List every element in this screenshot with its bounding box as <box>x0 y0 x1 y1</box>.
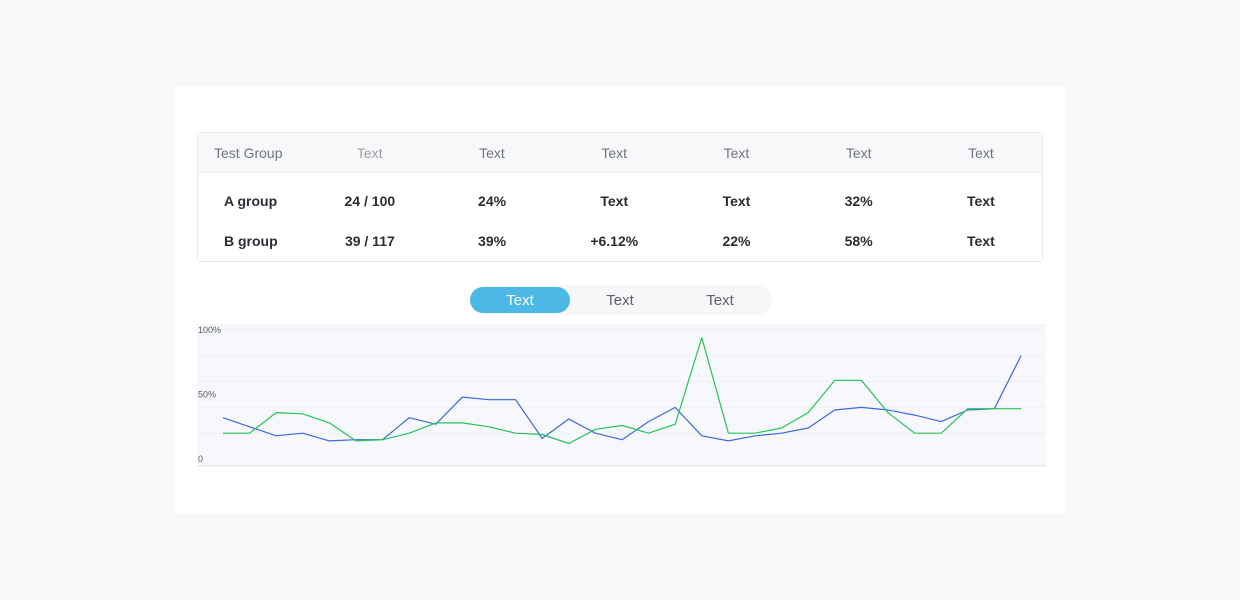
table-cell: Text <box>966 193 995 209</box>
table-row: A group 24 / 100 24% Text Text 32% Text <box>198 181 1042 221</box>
segment-option-2[interactable]: Text <box>570 287 670 313</box>
table-cell: 24 / 100 <box>344 193 396 209</box>
header-col-3: Text <box>601 144 628 161</box>
table-cell: Text <box>966 233 995 249</box>
table-header: Test Group Text Text Text Text Text Text <box>198 133 1042 173</box>
y-tick-label: 0 <box>198 454 203 464</box>
table-cell: 39 / 117 <box>344 233 395 249</box>
stats-table: Test Group Text Text Text Text Text Text… <box>197 132 1043 262</box>
panel-card: Test Group Text Text Text Text Text Text… <box>175 86 1065 514</box>
table-cell: +6.12% <box>590 233 639 249</box>
header-col-5: Text <box>845 144 872 161</box>
y-tick-label: 50% <box>198 390 216 400</box>
table-cell: Text <box>600 193 629 209</box>
line-chart: 100% 50% 0 <box>197 324 1047 469</box>
table-cell: Text <box>722 193 751 209</box>
segmented-control: Text Text Text <box>470 285 772 315</box>
table-row: B group 39 / 117 39% +6.12% 22% 58% Text <box>198 221 1042 261</box>
segment-option-3[interactable]: Text <box>670 287 770 313</box>
header-col-4: Text <box>723 144 750 161</box>
table-cell: 58% <box>844 233 873 249</box>
header-test-group: Test Group <box>214 144 283 161</box>
segment-option-1[interactable]: Text <box>470 287 570 313</box>
table-cell: 39% <box>478 233 507 249</box>
line-chart-svg: 100% 50% 0 <box>197 324 1046 467</box>
header-col-2: Text <box>479 144 505 161</box>
table-cell: 24% <box>478 193 507 209</box>
header-col-1: Text <box>356 144 383 161</box>
row-label: A group <box>224 193 278 209</box>
table-cell: 32% <box>844 193 873 209</box>
table-cell: 22% <box>722 233 751 249</box>
y-tick-label: 100% <box>198 325 221 335</box>
row-label: B group <box>224 233 278 249</box>
plot-area <box>197 324 1046 466</box>
header-col-6: Text <box>968 144 994 161</box>
